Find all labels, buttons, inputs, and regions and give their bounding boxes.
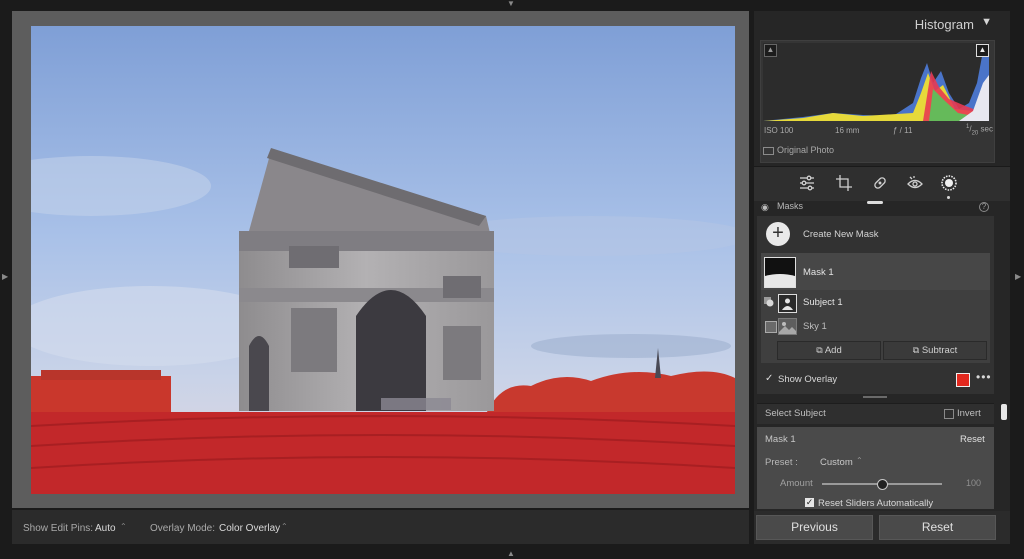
sky-thumbnail[interactable]: [778, 318, 797, 335]
shutter-numerator: 1: [966, 124, 970, 130]
select-subject-label: Select Subject: [765, 408, 826, 419]
edit-pins-label: Show Edit Pins:: [23, 523, 94, 534]
tool-strip: [754, 166, 1010, 201]
invert-checkbox[interactable]: [944, 409, 954, 419]
panel-toggle-right-icon[interactable]: ▶: [1015, 273, 1021, 281]
highlight-clipping-icon[interactable]: ▲: [976, 44, 989, 57]
active-tool-indicator: [947, 196, 950, 199]
drag-handle[interactable]: [867, 201, 883, 204]
preset-select[interactable]: Custom: [820, 457, 853, 468]
histogram-title: Histogram: [914, 17, 974, 32]
masking-icon[interactable]: [940, 174, 958, 192]
photo-preview[interactable]: [31, 26, 735, 494]
amount-label: Amount: [780, 478, 813, 489]
focal-length: 16 mm: [835, 126, 860, 135]
subtract-icon: ⧉: [912, 345, 920, 355]
shutter-speed: 1/20 sec: [966, 124, 993, 137]
overlay-mode-caret-icon[interactable]: ⌃: [281, 522, 288, 531]
original-photo-toggle[interactable]: Original Photo: [763, 145, 834, 155]
amount-slider-thumb[interactable]: [877, 479, 888, 490]
subtract-label: Subtract: [921, 345, 958, 356]
show-overlay-checkbox[interactable]: ✓: [765, 374, 774, 384]
mask-name-label: Mask 1: [765, 434, 796, 445]
overlay-color-swatch[interactable]: [956, 373, 970, 387]
preset-label: Preset :: [765, 457, 798, 468]
mask1-thumbnail[interactable]: [764, 257, 796, 288]
panel-toggle-bottom-icon[interactable]: ▲: [507, 550, 515, 558]
shadow-clipping-icon[interactable]: ▲: [764, 44, 777, 57]
eye-icon[interactable]: ◉: [761, 202, 769, 213]
collapse-triangle-icon[interactable]: ▼: [981, 16, 992, 28]
panel-resize-handle[interactable]: [863, 396, 887, 398]
image-toolbar: Show Edit Pins: Auto ⌃ Overlay Mode: Col…: [12, 510, 749, 544]
subtract-button[interactable]: ⧉ Subtract: [883, 341, 987, 360]
panel-toggle-left-icon[interactable]: ▶: [2, 273, 8, 281]
aperture-value: ƒ / 11: [893, 126, 913, 135]
create-mask-plus-icon[interactable]: +: [766, 222, 790, 246]
overlay-mode-label: Overlay Mode:: [150, 523, 216, 534]
previous-button[interactable]: Previous: [756, 515, 873, 540]
crop-icon[interactable]: [835, 174, 853, 192]
panel-scrollbar[interactable]: [1001, 404, 1007, 420]
invert-label[interactable]: Invert: [957, 408, 981, 419]
overlay-mode-select[interactable]: Color Overlay: [219, 523, 280, 534]
sky-component-icon: [765, 321, 777, 333]
masks-header: ◉ Masks ?: [757, 200, 994, 214]
subject-component-icon: [764, 297, 774, 307]
sky1-label[interactable]: Sky 1: [803, 321, 827, 332]
show-overlay-label[interactable]: Show Overlay: [778, 374, 837, 385]
edit-sliders-icon[interactable]: [798, 174, 816, 192]
mask1-label[interactable]: Mask 1: [803, 267, 834, 278]
reset-button[interactable]: Reset: [879, 515, 996, 540]
edit-pins-select[interactable]: Auto: [95, 523, 116, 534]
masks-title: Masks: [777, 201, 804, 211]
healing-bandage-icon[interactable]: [871, 174, 889, 192]
original-photo-label: Original Photo: [777, 145, 835, 155]
add-button[interactable]: ⧉ Add: [777, 341, 881, 360]
edit-pins-caret-icon[interactable]: ⌃: [120, 522, 127, 531]
iso-value: ISO 100: [764, 126, 794, 135]
histogram-header[interactable]: Histogram ▼: [754, 11, 1010, 37]
panel-toggle-top-icon[interactable]: ▼: [507, 0, 515, 8]
shutter-denominator: 20: [971, 130, 979, 137]
create-new-mask-button[interactable]: Create New Mask: [803, 229, 879, 240]
shutter-unit: sec: [980, 124, 993, 134]
red-eye-icon[interactable]: [906, 174, 924, 192]
reset-sliders-checkbox[interactable]: ✓: [805, 498, 814, 507]
more-options-icon[interactable]: •••: [976, 370, 992, 384]
original-photo-checkbox[interactable]: [763, 146, 774, 155]
add-label: Add: [824, 345, 842, 356]
preset-caret-icon[interactable]: ⌃: [856, 456, 863, 465]
amount-value[interactable]: 100: [966, 478, 981, 488]
subject1-label[interactable]: Subject 1: [803, 297, 843, 308]
reset-link[interactable]: Reset: [960, 434, 985, 445]
reset-sliders-label[interactable]: Reset Sliders Automatically: [818, 498, 933, 509]
histogram-graph[interactable]: [763, 43, 989, 121]
help-icon[interactable]: ?: [979, 202, 989, 212]
subject-thumbnail[interactable]: [778, 294, 797, 313]
add-icon: ⧉: [816, 345, 823, 355]
